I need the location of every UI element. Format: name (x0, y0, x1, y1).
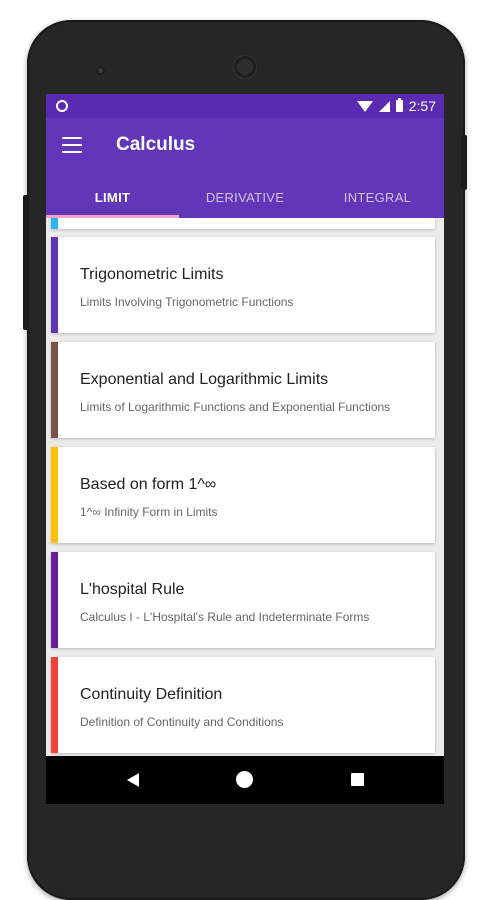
tab-limit[interactable]: LIMIT (46, 178, 179, 218)
list-item[interactable]: Based on form 1^∞ 1^∞ Infinity Form in L… (51, 447, 435, 543)
navigation-bar (46, 756, 444, 804)
card-color-strip (51, 657, 58, 753)
battery-icon (395, 98, 403, 112)
card-subtitle: 1^∞ Infinity Form in Limits (80, 505, 218, 519)
app-bar: Calculus LIMIT DERIVATIVE INTEGRAL (46, 118, 444, 218)
card-color-strip (51, 552, 58, 648)
card-color-strip (51, 342, 58, 438)
card-title: Continuity Definition (80, 686, 223, 703)
hamburger-menu-icon[interactable] (62, 137, 82, 153)
notification-circle-icon (56, 100, 68, 112)
list-item[interactable]: Continuity Definition Definition of Cont… (51, 657, 435, 753)
volume-button (23, 195, 29, 330)
list-item[interactable]: Trigonometric Limits Limits Involving Tr… (51, 237, 435, 333)
card-subtitle: Calculus I - L'Hospital's Rule and Indet… (80, 610, 370, 624)
card-color-strip (51, 237, 58, 333)
screen: 2:57 Calculus LIMIT DERIVATIVE INTEGRAL … (46, 94, 444, 804)
power-button (461, 135, 467, 190)
status-time: 2:57 (408, 98, 436, 114)
recent-apps-icon[interactable] (351, 773, 364, 786)
card-title: Based on form 1^∞ (80, 476, 217, 493)
tab-bar: LIMIT DERIVATIVE INTEGRAL (46, 178, 444, 218)
tab-derivative[interactable]: DERIVATIVE (179, 178, 311, 218)
list-item[interactable]: Exponential and Logarithmic Limits Limit… (51, 342, 435, 438)
card-title: L'hospital Rule (80, 581, 185, 598)
list-item[interactable]: L'hospital Rule Calculus I - L'Hospital'… (51, 552, 435, 648)
back-icon[interactable] (127, 773, 139, 787)
card-subtitle: Definition of Continuity and Conditions (80, 715, 284, 729)
status-icons: 2:57 (356, 97, 436, 115)
topic-list: Trigonometric Limits Limits Involving Tr… (46, 218, 444, 756)
earpiece-speaker (234, 56, 256, 78)
card-title: Exponential and Logarithmic Limits (80, 371, 329, 388)
list-item[interactable] (51, 218, 435, 229)
card-subtitle: Limits of Logarithmic Functions and Expo… (80, 400, 391, 414)
card-color-strip (51, 218, 58, 229)
wifi-icon (356, 100, 373, 112)
status-bar: 2:57 (46, 94, 444, 118)
tab-integral[interactable]: INTEGRAL (311, 178, 444, 218)
signal-icon (378, 100, 390, 112)
card-color-strip (51, 447, 58, 543)
home-icon[interactable] (236, 771, 253, 788)
front-camera (96, 66, 105, 75)
card-subtitle: Limits Involving Trigonometric Functions (80, 295, 294, 309)
app-title: Calculus (116, 134, 196, 155)
card-title: Trigonometric Limits (80, 266, 224, 283)
